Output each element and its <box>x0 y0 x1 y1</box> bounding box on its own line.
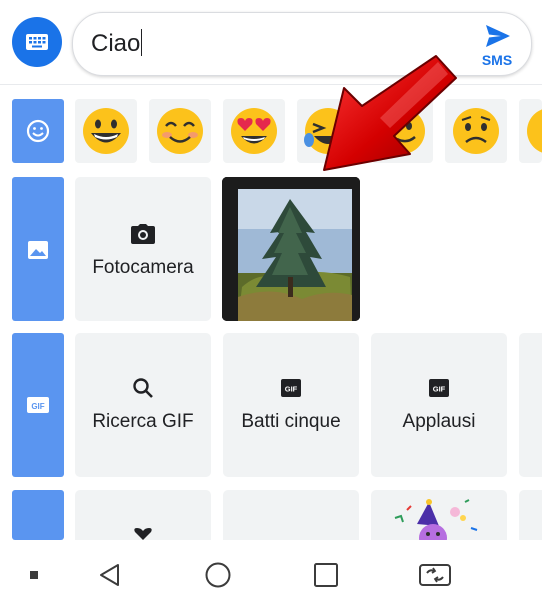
heart-eyes-face-emoji <box>231 108 277 154</box>
message-input[interactable]: Ciao SMS <box>72 12 532 76</box>
party-sticker <box>394 499 478 540</box>
message-input-value[interactable]: Ciao <box>91 29 143 58</box>
home-icon[interactable] <box>204 561 232 589</box>
emoji-tile[interactable] <box>519 99 542 163</box>
system-navigation-bar <box>0 540 542 592</box>
stickers-category-tab[interactable] <box>12 490 64 540</box>
gif-icon: GIF <box>27 397 49 413</box>
emoji-tile[interactable] <box>223 99 285 163</box>
sticker-tile[interactable] <box>75 490 211 540</box>
send-sms-button[interactable]: SMS <box>477 19 517 69</box>
sticker-tile[interactable] <box>371 490 507 540</box>
gif-applause-tile[interactable]: GIF Applausi <box>371 333 507 477</box>
gallery-category-tab[interactable] <box>12 177 64 321</box>
search-icon <box>133 378 153 398</box>
camera-label: Fotocamera <box>92 257 194 278</box>
emoji-category-tab[interactable] <box>12 99 64 163</box>
text-caret <box>141 29 143 56</box>
svg-text:GIF: GIF <box>285 385 298 394</box>
emoji-tile[interactable] <box>149 99 211 163</box>
smiley-icon <box>26 119 50 143</box>
back-icon[interactable] <box>97 562 123 588</box>
gif-high-five-tile[interactable]: GIF Batti cinque <box>223 333 359 477</box>
switch-sim-icon[interactable] <box>418 562 452 588</box>
gallery-photo-thumbnail[interactable] <box>222 177 360 321</box>
svg-text:GIF: GIF <box>433 385 446 394</box>
sticker-tile[interactable] <box>519 490 542 540</box>
heart-icon <box>134 528 152 540</box>
image-icon <box>28 241 48 259</box>
gif-search-tile[interactable]: Ricerca GIF <box>75 333 211 477</box>
camera-tile[interactable]: Fotocamera <box>75 177 211 321</box>
keyboard-icon <box>26 34 48 50</box>
gif-search-label: Ricerca GIF <box>92 411 194 432</box>
partial-face-emoji <box>527 109 542 153</box>
gif-more-tile[interactable] <box>519 333 542 477</box>
grinning-face-emoji <box>83 108 129 154</box>
keyboard-toggle-button[interactable] <box>12 17 62 67</box>
svg-text:GIF: GIF <box>31 402 44 411</box>
emoji-tile[interactable] <box>75 99 137 163</box>
sticker-tile[interactable] <box>223 490 359 540</box>
send-icon <box>486 25 510 47</box>
gif-icon: GIF <box>281 379 301 397</box>
camera-icon <box>131 224 155 244</box>
gif-applause-label: Applausi <box>402 411 476 432</box>
pine-tree-photo <box>222 177 360 321</box>
recents-icon[interactable] <box>313 562 339 588</box>
dot-icon[interactable] <box>29 570 39 580</box>
gif-high-five-label: Batti cinque <box>241 411 341 432</box>
gif-category-tab[interactable]: GIF <box>12 333 64 477</box>
gif-icon: GIF <box>429 379 449 397</box>
smiling-face-blush-emoji <box>157 108 203 154</box>
red-arrow-annotation <box>323 55 457 171</box>
send-label: SMS <box>481 52 513 68</box>
